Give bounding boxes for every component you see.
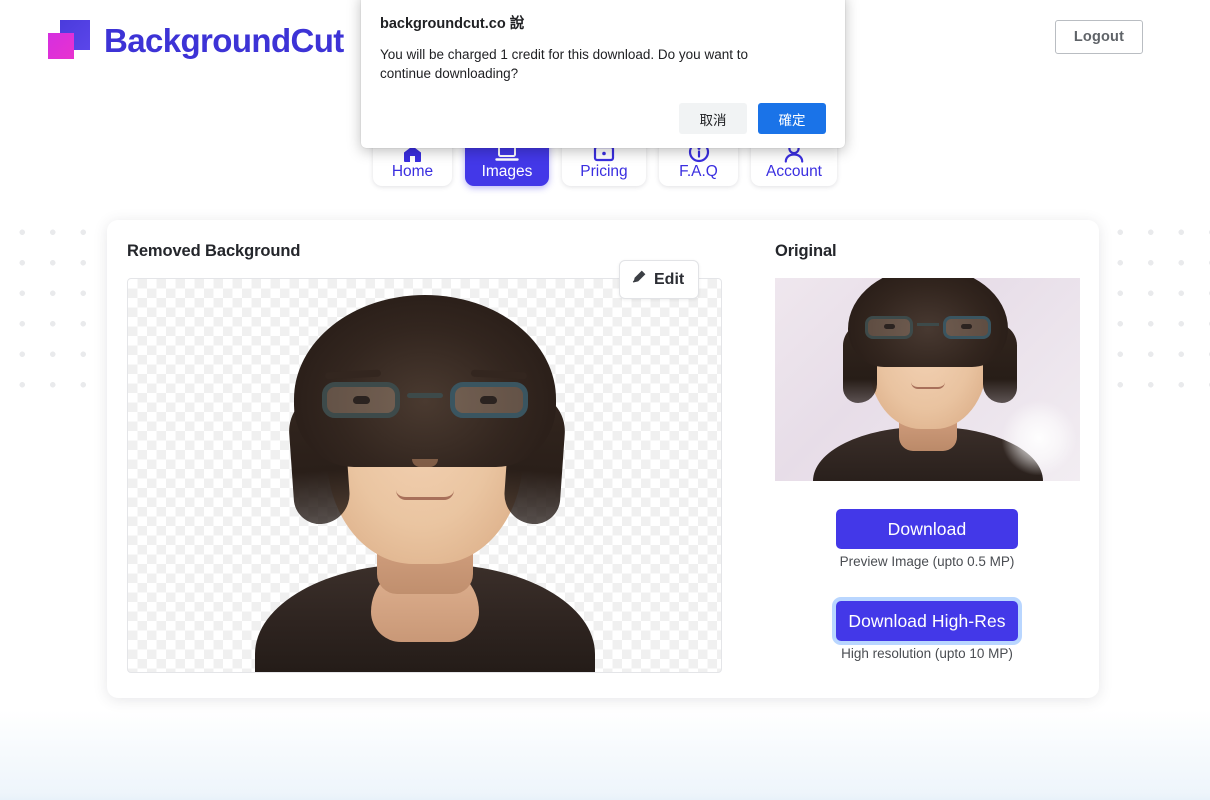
download-button[interactable]: Download: [836, 509, 1018, 549]
nav-label-pricing: Pricing: [580, 164, 627, 180]
browser-confirm-dialog: backgroundcut.co 說 You will be charged 1…: [361, 0, 845, 148]
dialog-message: You will be charged 1 credit for this do…: [380, 45, 800, 83]
dialog-actions: 取消 確定: [380, 103, 826, 134]
brand-logo-text: BackgroundCut: [104, 22, 344, 60]
dialog-confirm-button[interactable]: 確定: [758, 103, 826, 134]
removed-background-preview[interactable]: [127, 278, 722, 673]
brand-logo[interactable]: BackgroundCut: [48, 20, 344, 62]
bottom-gradient-wash: [0, 710, 1210, 800]
results-card: Removed Background: [107, 220, 1099, 698]
download-caption: Preview Image (upto 0.5 MP): [836, 554, 1018, 569]
removed-background-title: Removed Background: [127, 242, 300, 261]
nav-label-home: Home: [392, 164, 433, 180]
edit-button[interactable]: Edit: [619, 260, 699, 299]
overlapping-squares-logo-icon: [48, 20, 90, 62]
download-high-res-button[interactable]: Download High-Res: [836, 601, 1018, 641]
logout-button[interactable]: Logout: [1055, 20, 1143, 54]
nav-label-account: Account: [766, 164, 822, 180]
nav-label-faq: F.A.Q: [679, 164, 718, 180]
original-title: Original: [775, 242, 837, 261]
brush-icon: [631, 269, 647, 290]
cutout-portrait-image: [255, 278, 595, 672]
edit-button-label: Edit: [654, 271, 684, 289]
dialog-cancel-button[interactable]: 取消: [679, 103, 747, 134]
nav-label-images: Images: [482, 164, 533, 180]
dialog-title: backgroundcut.co 說: [380, 12, 826, 33]
lens-flare-highlight: [1002, 401, 1076, 475]
original-image-preview[interactable]: [775, 278, 1080, 481]
download-high-res-caption: High resolution (upto 10 MP): [836, 646, 1018, 661]
original-portrait-image: [823, 278, 1033, 481]
